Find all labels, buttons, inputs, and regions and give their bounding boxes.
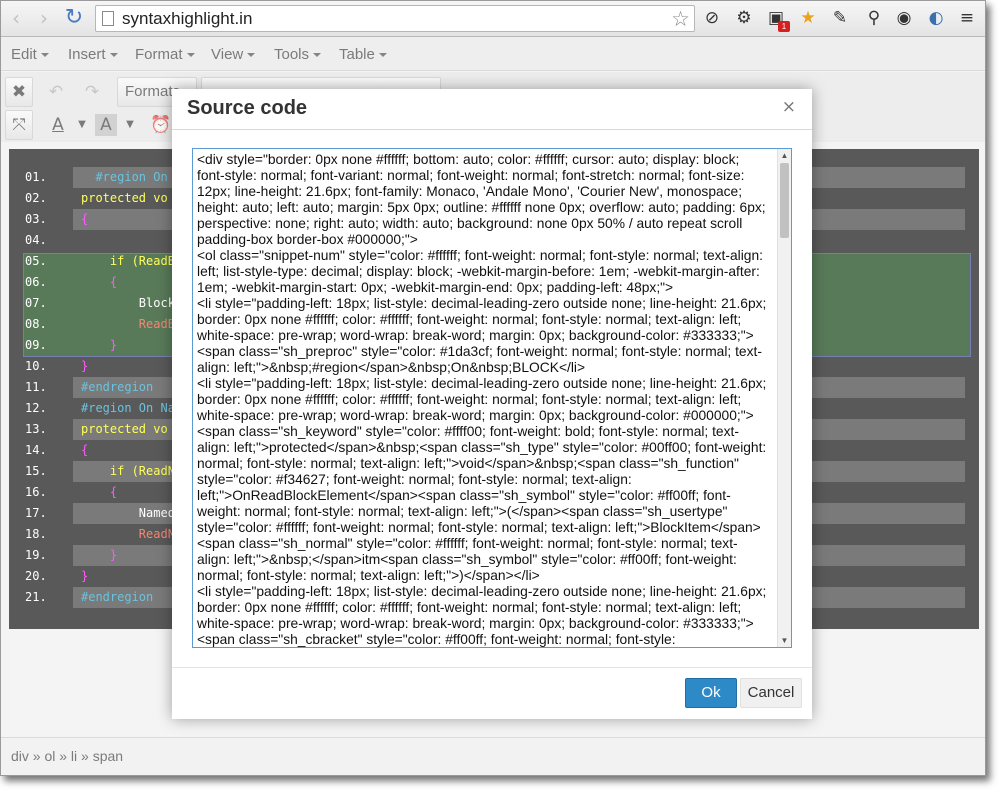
cancel-button[interactable]: Cancel xyxy=(740,678,802,708)
close-icon[interactable]: × xyxy=(782,97,796,117)
forward-icon[interactable]: › xyxy=(33,7,55,29)
back-icon[interactable]: ‹ xyxy=(5,7,27,29)
browser-toolbar: ‹ › ↻ syntaxhighlight.in ☆ ⊘ ⚙ ▣ 1 ★ ✎ ⚲… xyxy=(1,1,985,37)
url-text: syntaxhighlight.in xyxy=(122,9,253,28)
lock-extension-icon[interactable]: ⊘ xyxy=(702,8,722,28)
gear-icon[interactable]: ⚙ xyxy=(734,8,754,28)
scroll-down-icon[interactable]: ▼ xyxy=(778,634,791,647)
pin-extension-icon[interactable]: ✎ xyxy=(830,8,850,28)
address-bar[interactable]: syntaxhighlight.in ☆ xyxy=(95,5,695,32)
browser-window: ‹ › ↻ syntaxhighlight.in ☆ ⊘ ⚙ ▣ 1 ★ ✎ ⚲… xyxy=(0,0,986,776)
scroll-thumb[interactable] xyxy=(780,163,789,238)
bookmark-star-icon[interactable]: ☆ xyxy=(671,7,690,31)
eyedropper-icon[interactable]: ⚲ xyxy=(864,8,884,28)
reload-icon[interactable]: ↻ xyxy=(63,7,85,29)
source-textarea[interactable]: <div style="border: 0px none #ffffff; bo… xyxy=(192,148,792,648)
page-icon xyxy=(102,11,114,26)
eye-icon[interactable]: ◉ xyxy=(894,8,914,28)
divider xyxy=(172,667,812,668)
source-code-dialog: Source code × <div style="border: 0px no… xyxy=(172,89,812,719)
scroll-up-icon[interactable]: ▲ xyxy=(778,149,791,162)
menu-icon[interactable]: ≡ xyxy=(957,8,977,28)
color-wheel-icon[interactable]: ◐ xyxy=(926,8,946,28)
ok-button[interactable]: Ok xyxy=(685,678,737,708)
divider xyxy=(172,129,812,130)
star-extension-icon[interactable]: ★ xyxy=(798,8,818,28)
source-text: <div style="border: 0px none #ffffff; bo… xyxy=(197,152,767,647)
scrollbar[interactable]: ▲ ▼ xyxy=(777,149,791,647)
dialog-title: Source code xyxy=(187,97,308,119)
extension-badge: 1 xyxy=(778,21,790,32)
